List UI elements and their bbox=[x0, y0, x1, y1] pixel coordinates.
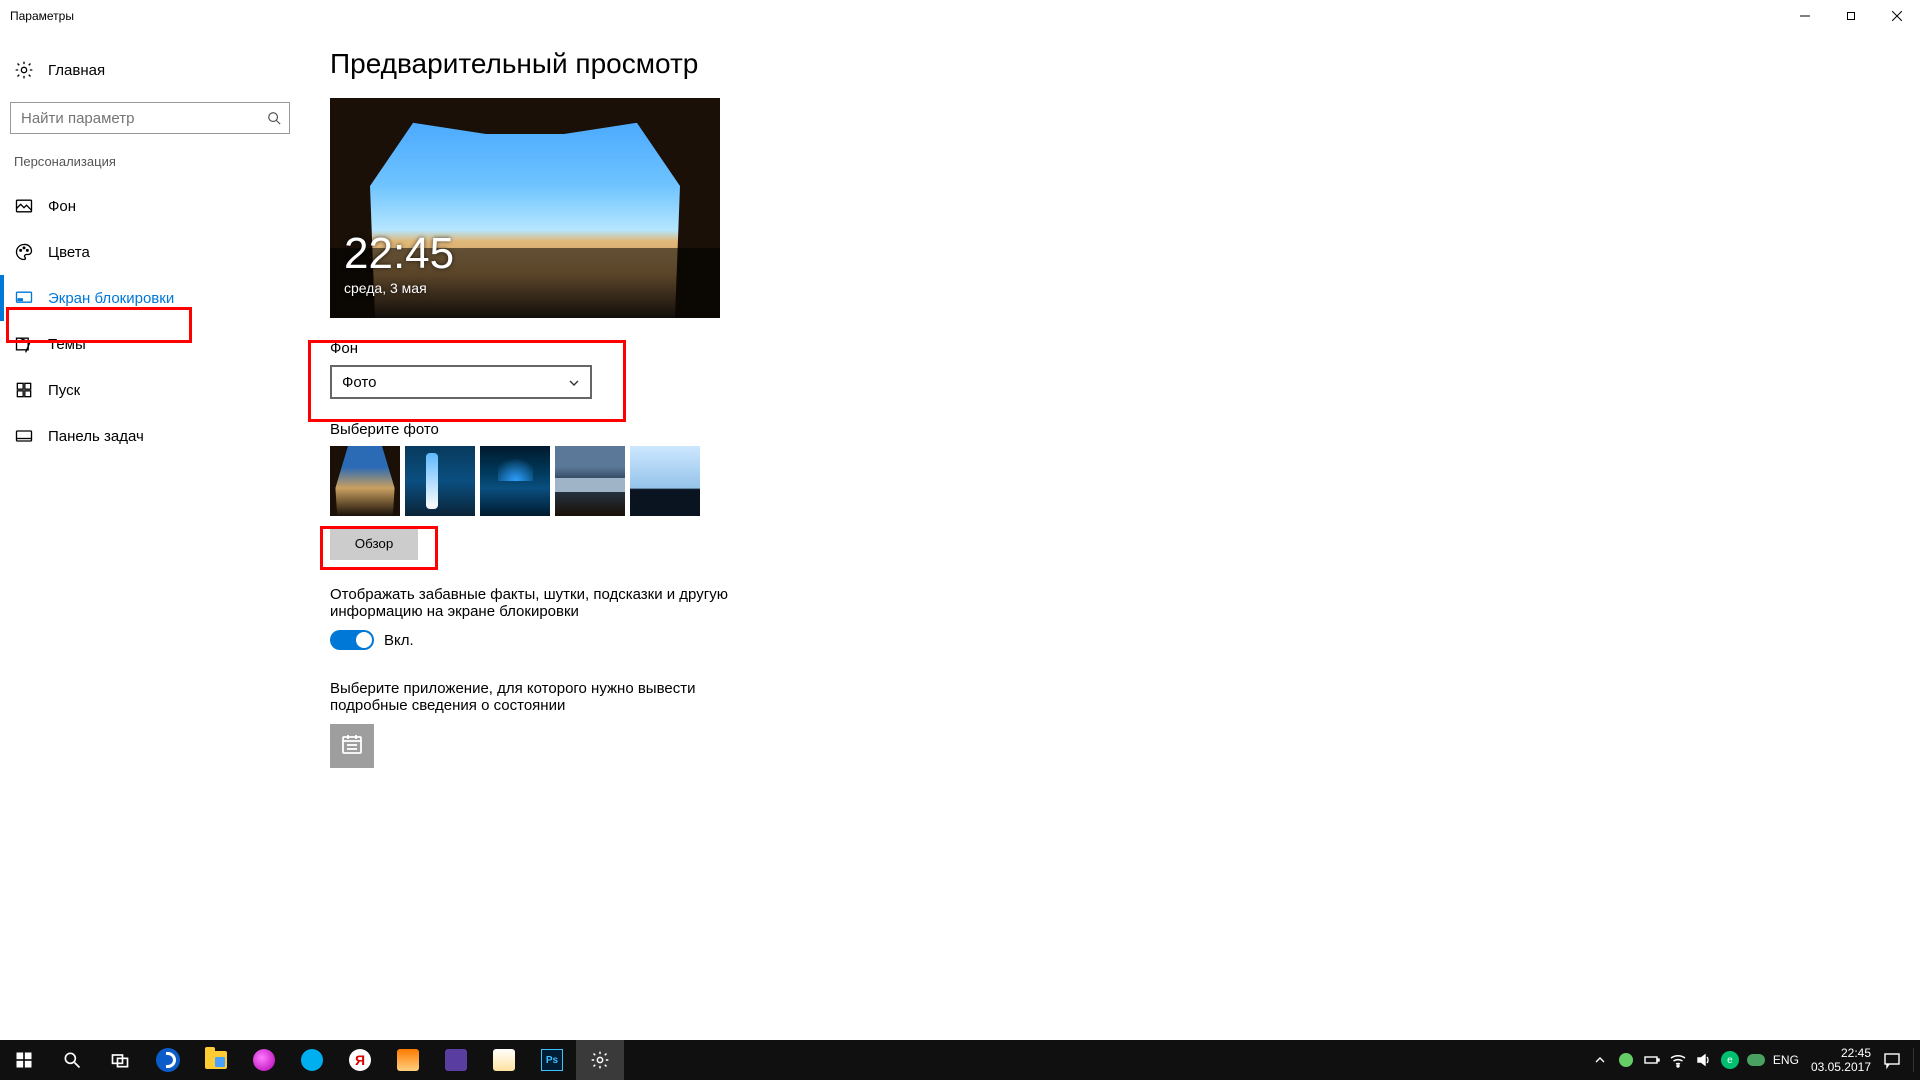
disk-icon bbox=[445, 1049, 467, 1071]
sidebar-item-taskbar[interactable]: Панель задач bbox=[0, 413, 300, 459]
window-title: Параметры bbox=[10, 9, 74, 23]
minimize-button[interactable] bbox=[1782, 0, 1828, 32]
sidebar-item-label: Экран блокировки bbox=[48, 290, 174, 307]
sidebar-item-background[interactable]: Фон bbox=[0, 183, 300, 229]
taskbar-app-paint[interactable] bbox=[480, 1040, 528, 1080]
choose-photo-label: Выберите фото bbox=[330, 421, 1890, 438]
photo-thumbnails bbox=[330, 446, 1890, 516]
sidebar-item-colors[interactable]: Цвета bbox=[0, 229, 300, 275]
sidebar-item-label: Панель задач bbox=[48, 428, 144, 445]
tray-app-icon[interactable]: e bbox=[1721, 1051, 1739, 1069]
yandex-icon: Я bbox=[349, 1049, 371, 1071]
photoshop-icon: Ps bbox=[541, 1049, 563, 1071]
taskbar-app-settings[interactable] bbox=[576, 1040, 624, 1080]
sidebar-item-lockscreen[interactable]: Экран блокировки bbox=[0, 275, 300, 321]
detailed-status-app-tile[interactable] bbox=[330, 724, 374, 768]
chevron-down-icon bbox=[568, 376, 580, 388]
gear-icon bbox=[14, 60, 34, 80]
tray-clock[interactable]: 22:45 03.05.2017 bbox=[1807, 1046, 1875, 1075]
themes-icon bbox=[14, 334, 34, 354]
sidebar-item-themes[interactable]: Темы bbox=[0, 321, 300, 367]
search-input[interactable] bbox=[19, 109, 267, 128]
taskbar-app-photoshop[interactable]: Ps bbox=[528, 1040, 576, 1080]
eset-icon: e bbox=[1721, 1051, 1739, 1069]
folder-icon bbox=[205, 1051, 227, 1069]
tray-action-center[interactable] bbox=[1883, 1051, 1901, 1069]
close-button[interactable] bbox=[1874, 0, 1920, 32]
settings-sidebar: Главная Персонализация Фон Цвета Экран б… bbox=[0, 32, 300, 1040]
taskbar-app-explorer[interactable] bbox=[192, 1040, 240, 1080]
sidebar-item-label: Фон bbox=[48, 198, 76, 215]
lockscreen-icon bbox=[14, 288, 34, 308]
photo-thumb-2[interactable] bbox=[405, 446, 475, 516]
taskbar-app-sniptool[interactable] bbox=[240, 1040, 288, 1080]
taskbar-app-yandex[interactable]: Я bbox=[336, 1040, 384, 1080]
page-title: Предварительный просмотр bbox=[330, 48, 1890, 80]
browse-button[interactable]: Обзор bbox=[330, 526, 418, 560]
edge-icon bbox=[156, 1048, 180, 1072]
tray-onedrive-icon[interactable] bbox=[1747, 1051, 1765, 1069]
photo-thumb-3[interactable] bbox=[480, 446, 550, 516]
preview-time-text: 22:45 bbox=[344, 232, 454, 276]
tray-clock-time: 22:45 bbox=[1811, 1046, 1871, 1060]
start-button[interactable] bbox=[0, 1040, 48, 1080]
window-titlebar: Параметры bbox=[0, 0, 1920, 32]
dropdown-value: Фото bbox=[342, 374, 376, 391]
preview-date-text: среда, 3 мая bbox=[344, 280, 454, 296]
notepad-icon bbox=[397, 1049, 419, 1071]
sidebar-home-label: Главная bbox=[48, 62, 105, 79]
settings-main: Предварительный просмотр 22:45 среда, 3 … bbox=[300, 32, 1920, 1040]
fun-facts-toggle-row: Вкл. bbox=[330, 630, 1890, 650]
show-desktop-button[interactable] bbox=[1913, 1048, 1914, 1072]
sidebar-section-title: Персонализация bbox=[0, 154, 300, 183]
skype-icon bbox=[301, 1049, 323, 1071]
calendar-icon bbox=[340, 732, 364, 760]
search-icon bbox=[267, 111, 281, 125]
taskbar: Я Ps e ENG 22:45 03.05.2017 bbox=[0, 1040, 1920, 1080]
photo-thumb-1[interactable] bbox=[330, 446, 400, 516]
paint-icon bbox=[493, 1049, 515, 1071]
search-input-container[interactable] bbox=[10, 102, 290, 134]
taskbar-app-edge[interactable] bbox=[144, 1040, 192, 1080]
sidebar-item-label: Темы bbox=[48, 336, 86, 353]
tray-chevron-up[interactable] bbox=[1591, 1051, 1609, 1069]
sidebar-home[interactable]: Главная bbox=[0, 52, 300, 88]
photo-thumb-5[interactable] bbox=[630, 446, 700, 516]
sidebar-item-label: Пуск bbox=[48, 382, 80, 399]
sidebar-item-start[interactable]: Пуск bbox=[0, 367, 300, 413]
background-label: Фон bbox=[330, 340, 1890, 357]
start-icon bbox=[14, 380, 34, 400]
preview-clock: 22:45 среда, 3 мая bbox=[344, 232, 454, 296]
palette-icon bbox=[14, 242, 34, 262]
taskbar-app-save[interactable] bbox=[432, 1040, 480, 1080]
background-dropdown[interactable]: Фото bbox=[330, 365, 592, 399]
fun-facts-toggle[interactable] bbox=[330, 630, 374, 650]
tray-security-icon[interactable] bbox=[1617, 1051, 1635, 1069]
sidebar-item-label: Цвета bbox=[48, 244, 90, 261]
detailed-app-description: Выберите приложение, для которого нужно … bbox=[330, 680, 730, 714]
tray-clock-date: 03.05.2017 bbox=[1811, 1060, 1871, 1074]
task-view-button[interactable] bbox=[96, 1040, 144, 1080]
window-controls bbox=[1782, 0, 1920, 32]
fun-facts-description: Отображать забавные факты, шутки, подска… bbox=[330, 586, 730, 620]
taskbar-app-notepad[interactable] bbox=[384, 1040, 432, 1080]
lockscreen-preview: 22:45 среда, 3 мая bbox=[330, 98, 720, 318]
tray-battery-icon[interactable] bbox=[1643, 1051, 1661, 1069]
taskbar-icon bbox=[14, 426, 34, 446]
image-icon bbox=[14, 196, 34, 216]
photo-thumb-4[interactable] bbox=[555, 446, 625, 516]
toggle-label: Вкл. bbox=[384, 632, 414, 649]
tray-language[interactable]: ENG bbox=[1773, 1053, 1799, 1067]
browse-button-label: Обзор bbox=[355, 536, 394, 551]
candy-icon bbox=[253, 1049, 275, 1071]
taskbar-search[interactable] bbox=[48, 1040, 96, 1080]
cloud-icon bbox=[1747, 1054, 1765, 1066]
tray-wifi-icon[interactable] bbox=[1669, 1051, 1687, 1069]
taskbar-app-skype[interactable] bbox=[288, 1040, 336, 1080]
maximize-button[interactable] bbox=[1828, 0, 1874, 32]
tray-volume-icon[interactable] bbox=[1695, 1051, 1713, 1069]
